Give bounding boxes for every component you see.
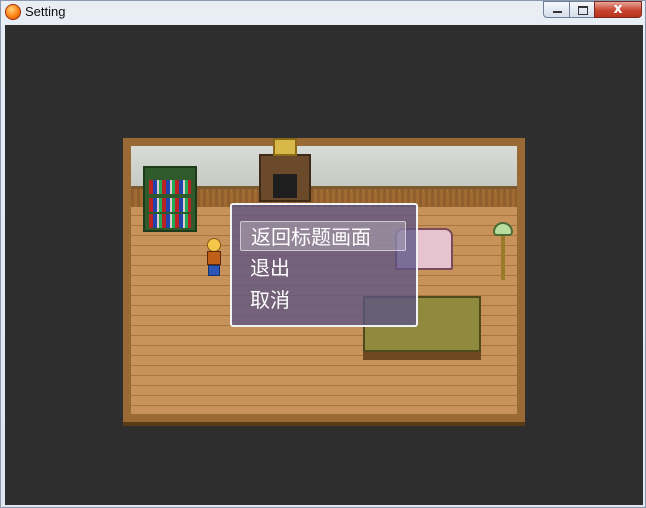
app-icon	[5, 4, 21, 20]
bookshelf-sprite	[143, 166, 197, 232]
game-canvas[interactable]: 返回标题画面 退出 取消	[5, 25, 643, 505]
window-title: Setting	[25, 4, 66, 19]
maximize-button[interactable]	[569, 1, 595, 18]
fireplace-sprite	[259, 154, 311, 202]
game-window: Setting x 返回标题画面 退出 取消	[0, 0, 646, 508]
title-bar[interactable]: Setting x	[1, 1, 646, 25]
close-icon: x	[613, 1, 623, 17]
minimize-button[interactable]	[543, 1, 570, 18]
painting-sprite	[273, 138, 297, 156]
player-character-sprite	[205, 238, 223, 276]
game-end-menu: 返回标题画面 退出 取消	[230, 203, 418, 327]
menu-item-cancel[interactable]: 取消	[240, 285, 406, 315]
menu-item-exit[interactable]: 退出	[240, 253, 406, 283]
menu-item-return-to-title[interactable]: 返回标题画面	[240, 221, 406, 251]
floor-lamp-sprite	[493, 222, 513, 282]
close-button[interactable]: x	[594, 1, 642, 18]
